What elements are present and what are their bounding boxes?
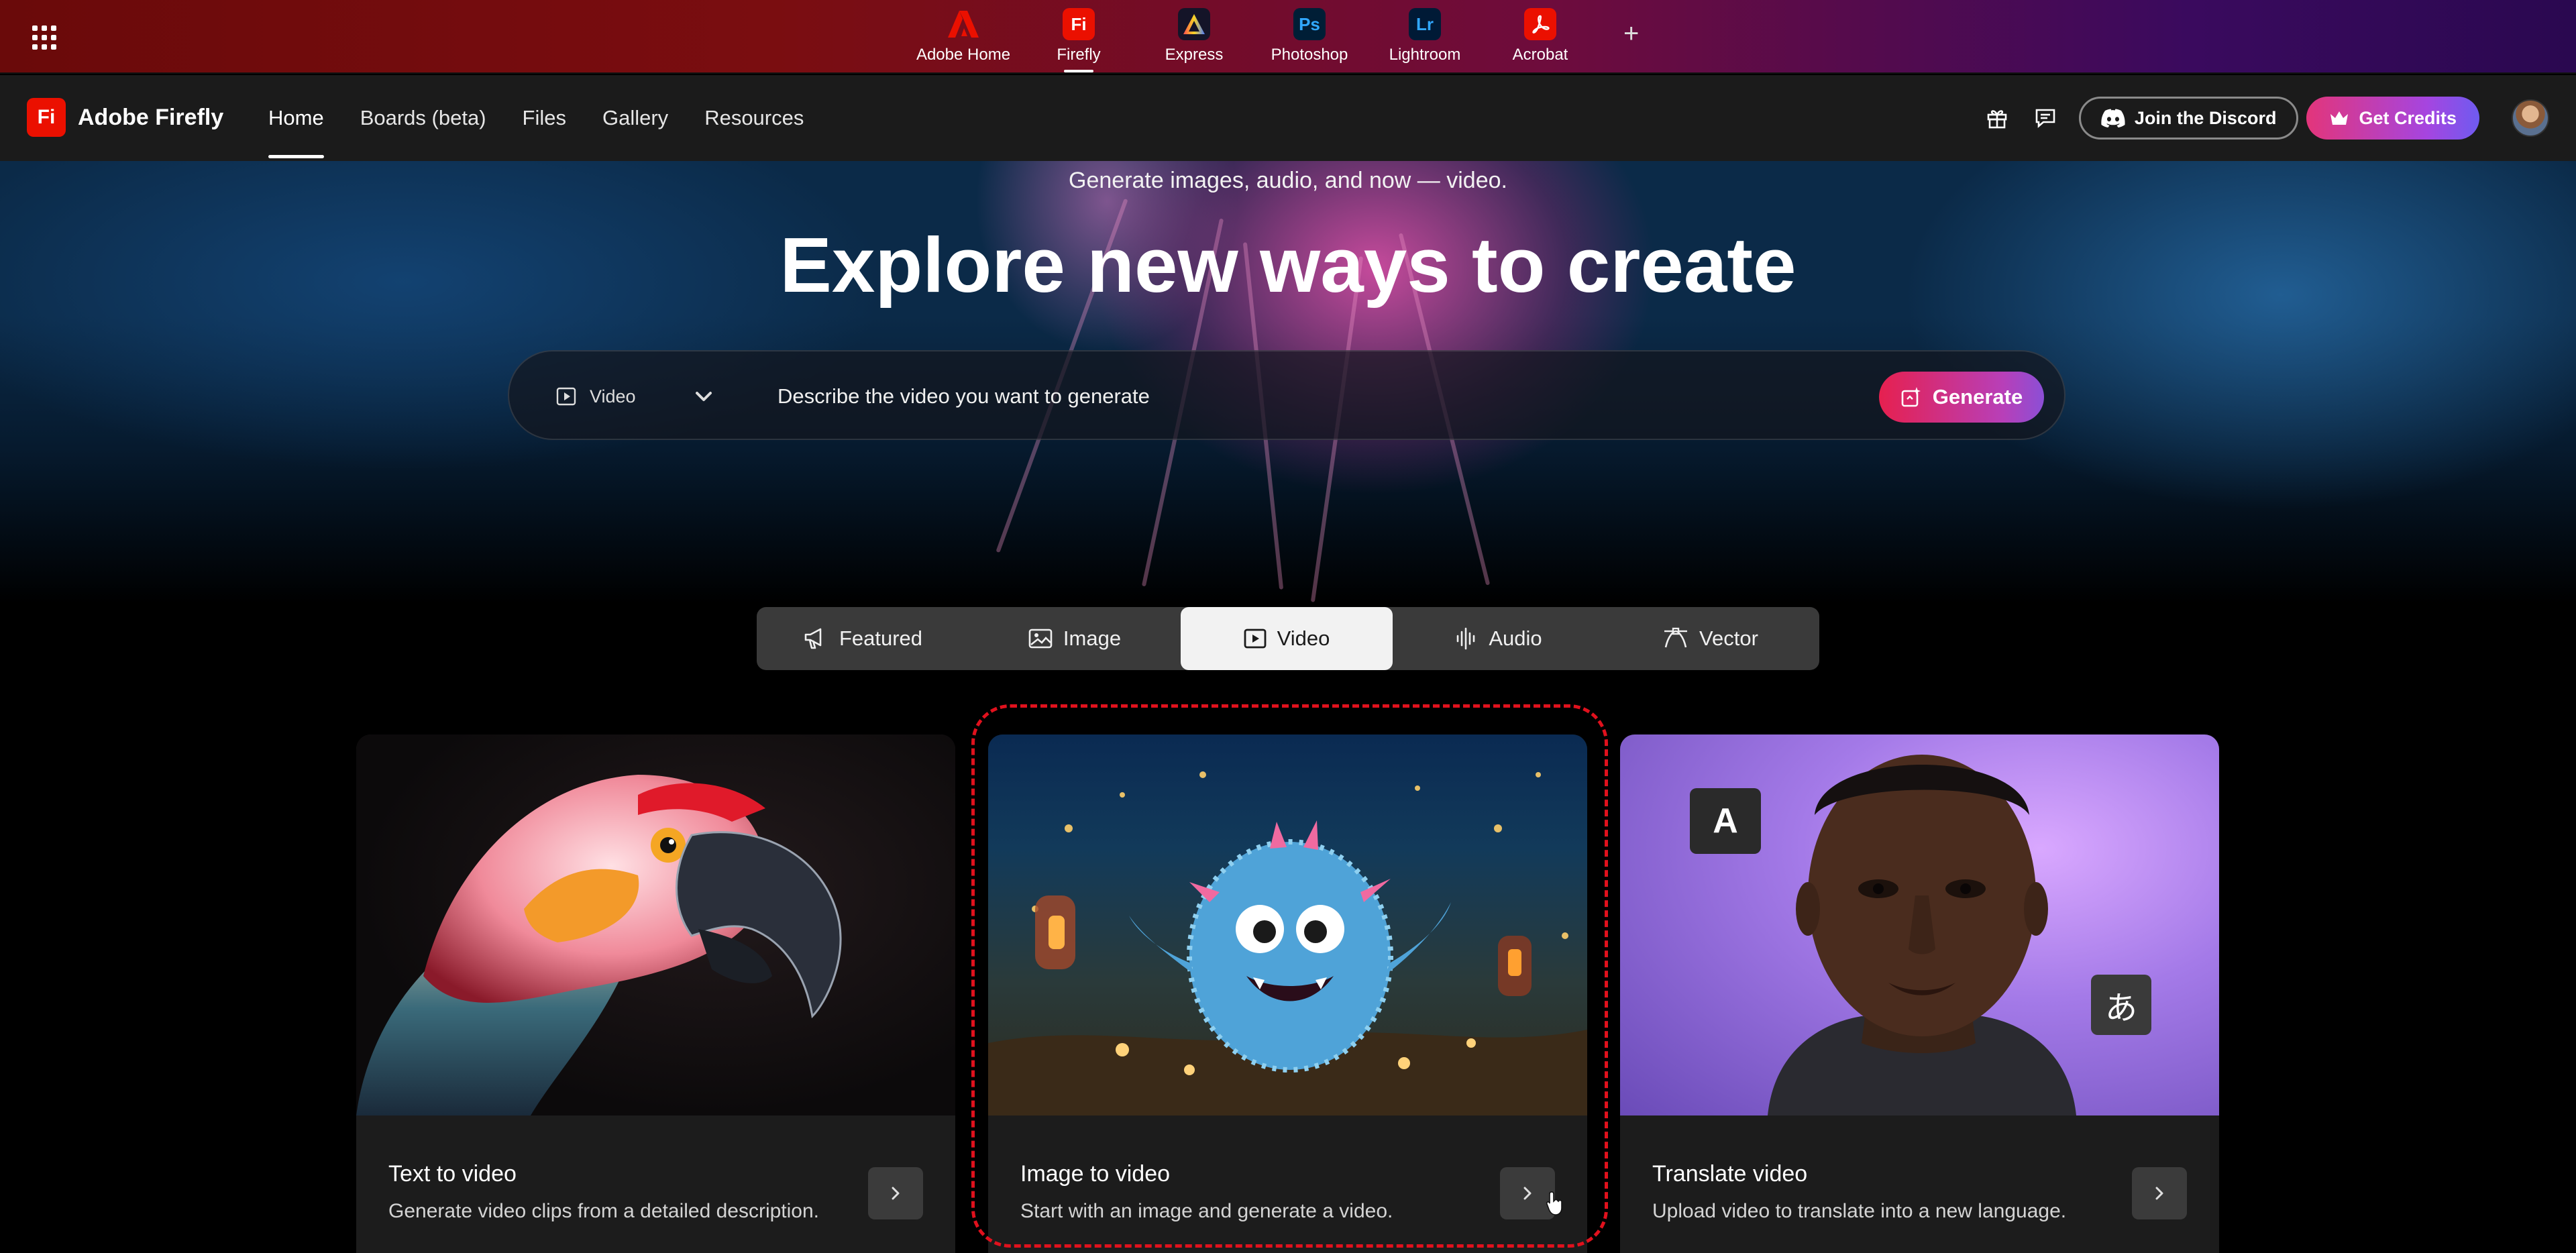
tab-image[interactable]: Image [969,607,1181,670]
nav-resources[interactable]: Resources [704,75,804,161]
app-label: Lightroom [1389,46,1461,64]
card-title: Translate video [1652,1161,1808,1187]
chevron-right-icon [2155,1187,2163,1200]
video-play-icon [1244,629,1267,649]
source-language-badge: A [1690,788,1761,854]
acrobat-logo-icon [1524,8,1556,40]
app-lightroom[interactable]: Lr Lightroom [1367,8,1483,64]
hero-subtitle: Generate images, audio, and now — video. [1069,168,1507,193]
mode-select[interactable]: Video [556,378,636,415]
app-express[interactable]: Express [1136,8,1252,64]
app-switcher-list: Adobe Home Fi Firefly Express Ps Photosh… [906,8,1598,72]
card-description: Start with an image and generate a video… [1020,1200,1393,1222]
chevron-down-icon[interactable] [690,360,717,437]
app-firefly[interactable]: Fi Firefly [1021,8,1136,72]
tab-label: Audio [1489,626,1542,650]
tab-video[interactable]: Video [1181,607,1393,670]
nav-home[interactable]: Home [268,75,324,161]
generate-button[interactable]: Generate [1879,372,2044,423]
credits-label: Get Credits [2359,107,2457,128]
app-label: Adobe Home [916,46,1011,64]
primary-nav: Home Boards (beta) Files Gallery Resourc… [268,75,840,161]
brand-name: Adobe Firefly [78,104,224,130]
express-logo-icon [1178,8,1210,40]
get-credits-button[interactable]: Get Credits [2306,97,2479,140]
crown-icon [2330,111,2349,125]
megaphone-icon [804,628,822,649]
generate-sparkle-icon [1901,387,1921,407]
tab-vector[interactable]: Vector [1605,607,1817,670]
card-description: Generate video clips from a detailed des… [388,1200,820,1222]
tab-label: Vector [1699,626,1758,650]
image-icon [1028,629,1053,649]
tab-audio[interactable]: Audio [1393,607,1605,670]
tab-label: Featured [839,626,923,650]
card-title: Image to video [1020,1161,1171,1187]
audio-wave-icon [1457,627,1475,650]
prompt-bar: Video Generate [508,350,2065,440]
app-label: Firefly [1057,46,1101,64]
photoshop-logo-icon: Ps [1293,8,1326,40]
adobe-app-switcher-bar: Adobe Home Fi Firefly Express Ps Photosh… [0,0,2576,74]
lightroom-logo-icon: Lr [1409,8,1441,40]
app-label: Express [1165,46,1224,64]
discord-label: Join the Discord [2134,107,2277,128]
feedback-icon[interactable] [2027,99,2064,137]
join-discord-button[interactable]: Join the Discord [2078,97,2299,140]
vector-pen-icon [1664,627,1688,648]
firefly-logo-icon: Fi [1063,8,1095,40]
nav-files[interactable]: Files [523,75,566,161]
card-open-button[interactable] [2132,1167,2187,1219]
app-label: Acrobat [1512,46,1568,64]
tab-featured[interactable]: Featured [757,607,969,670]
hero-banner: Generate images, audio, and now — video.… [0,161,2576,604]
card-description: Upload video to translate into a new lan… [1652,1200,2067,1222]
gift-icon[interactable] [1978,99,2016,137]
card-translate-video[interactable]: A あ Translate video Upload video to tran… [1620,734,2219,1253]
mode-select-value: Video [590,386,636,406]
card-text-to-video[interactable]: Text to video Generate video clips from … [356,734,955,1253]
nav-actions: Join the Discord Get Credits [1978,94,2549,142]
add-app-button[interactable]: + [1623,19,1639,49]
card-title: Text to video [388,1161,517,1187]
category-tabs: Featured Image Video Audio Vector [757,607,1819,670]
parrot-image [356,734,955,1115]
avatar[interactable] [2512,99,2549,137]
video-play-icon [556,387,576,406]
firefly-top-nav: Fi Adobe Firefly Home Boards (beta) File… [0,75,2576,161]
mouse-cursor-icon [1546,1191,1562,1215]
chevron-right-icon [1523,1187,1532,1200]
app-acrobat[interactable]: Acrobat [1483,8,1598,64]
app-label: Photoshop [1271,46,1348,64]
firefly-logo-icon: Fi [27,98,66,137]
tab-label: Image [1063,626,1122,650]
adobe-logo-icon [947,8,979,40]
portrait-image: A あ [1620,734,2219,1115]
generate-label: Generate [1932,385,2023,408]
card-open-button[interactable] [868,1167,923,1219]
app-photoshop[interactable]: Ps Photoshop [1252,8,1367,64]
app-adobe-home[interactable]: Adobe Home [906,8,1021,64]
app-grid-icon[interactable] [32,25,56,50]
hero-title: Explore new ways to create [780,221,1796,309]
target-language-badge: あ [2091,975,2151,1035]
chevron-right-icon [892,1187,900,1200]
discord-icon [2101,109,2125,127]
tab-label: Video [1277,626,1330,650]
nav-gallery[interactable]: Gallery [602,75,668,161]
monster-image [988,734,1587,1115]
nav-boards[interactable]: Boards (beta) [360,75,486,161]
prompt-input[interactable] [777,372,1676,421]
brand-home-link[interactable]: Fi Adobe Firefly [27,98,223,137]
card-image-to-video[interactable]: Image to video Start with an image and g… [988,734,1587,1253]
